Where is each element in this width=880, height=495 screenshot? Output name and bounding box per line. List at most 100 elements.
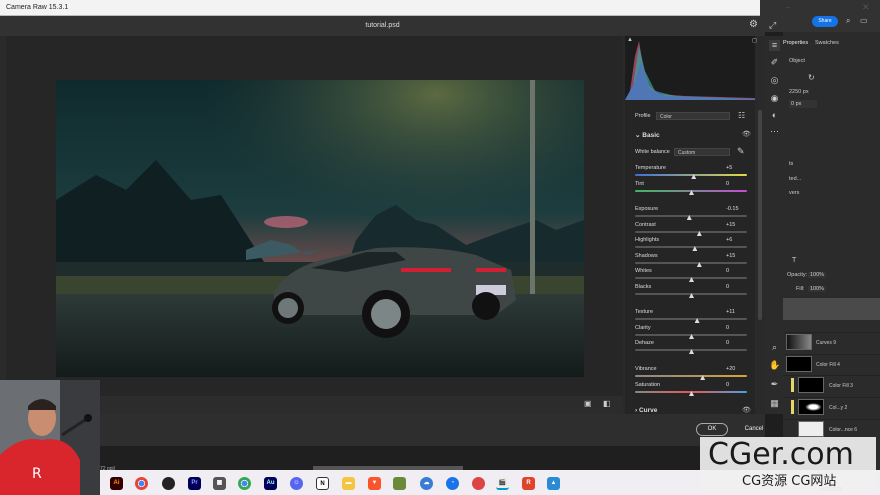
eye-icon[interactable]: 👁 xyxy=(742,130,751,138)
slider-value[interactable]: 0 xyxy=(726,284,746,290)
share-button[interactable]: Share xyxy=(812,16,838,27)
brave-icon[interactable]: ▼ xyxy=(368,477,381,490)
slider-track[interactable] xyxy=(635,318,747,320)
layer-color-tag xyxy=(791,400,794,414)
close-window-icon[interactable]: ✕ xyxy=(862,2,870,13)
slider-label: Temperature xyxy=(635,165,666,171)
watermark-subtitle: CG资源 CG网站 xyxy=(742,474,837,489)
slider-value[interactable]: 0 xyxy=(726,340,746,346)
slider-track[interactable] xyxy=(635,215,747,217)
slider-value[interactable]: 0 xyxy=(726,382,746,388)
chrome-icon[interactable] xyxy=(238,477,251,490)
layer-name: Curves 9 xyxy=(816,340,837,346)
notion-icon[interactable]: N xyxy=(316,477,329,490)
healing-brush-icon[interactable]: ✐ xyxy=(769,57,780,68)
window-title-bar: Camera Raw 15.3.1 xyxy=(0,0,760,16)
color-sampler-icon[interactable]: ✒ xyxy=(769,379,780,390)
white-balance-dropdown[interactable]: Custom xyxy=(674,148,730,156)
type-tool-icon[interactable]: T xyxy=(792,257,796,264)
r-app-icon[interactable]: R xyxy=(522,477,535,490)
layer-thumbnail xyxy=(798,399,824,415)
basic-section-header[interactable]: ⌄ Basic xyxy=(635,131,660,139)
zoom-icon[interactable]: ⌕ xyxy=(769,342,780,353)
panel-scrollbar[interactable] xyxy=(758,110,762,320)
profile-browser-icon[interactable]: ☷ xyxy=(738,111,745,120)
slider-value[interactable]: -0.15 xyxy=(726,206,746,212)
grid-icon[interactable]: ▦ xyxy=(769,398,780,409)
slider-value[interactable]: +15 xyxy=(726,253,746,259)
calculator-icon[interactable]: ▦ xyxy=(213,477,226,490)
more-icon[interactable]: ⋯ xyxy=(769,126,780,137)
presets-icon[interactable]: ◐ xyxy=(769,110,780,121)
audition-icon[interactable]: Au xyxy=(264,477,277,490)
search-icon[interactable]: ⌕ xyxy=(846,16,850,26)
chrome-icon[interactable] xyxy=(135,477,148,490)
slider-value[interactable]: +20 xyxy=(726,366,746,372)
offset-value[interactable]: 0 px xyxy=(789,100,817,108)
profile-dropdown[interactable]: Color xyxy=(656,112,730,120)
warning-icon[interactable]: ▲ xyxy=(627,37,633,43)
basic-label: Basic xyxy=(642,132,660,139)
file-title: tutorial.psd xyxy=(0,16,765,36)
photos-icon[interactable]: ▲ xyxy=(547,477,560,490)
preview-image[interactable] xyxy=(56,80,584,377)
edit-sliders-icon[interactable]: ≡ xyxy=(769,40,780,51)
photo-illustration xyxy=(56,80,584,377)
slider-label: Dehaze xyxy=(635,340,654,346)
discord-icon[interactable]: ☺ xyxy=(290,477,303,490)
obs-icon[interactable] xyxy=(162,477,175,490)
eyedropper-icon[interactable]: ✎ xyxy=(737,146,745,157)
presenter-image: R xyxy=(0,380,100,495)
red-eye-icon[interactable]: ◉ xyxy=(769,93,780,104)
clapper-icon[interactable]: 🎬 xyxy=(496,477,509,490)
slider-label: Contrast xyxy=(635,222,656,228)
tab-swatches[interactable]: Swatches xyxy=(815,40,839,46)
curve-section-header[interactable]: › Curve xyxy=(635,407,657,414)
slider-value[interactable]: 0 xyxy=(726,181,746,187)
layer-thumbnail xyxy=(798,377,824,393)
ok-button[interactable]: OK xyxy=(696,423,728,436)
file-explorer-icon[interactable]: ▬ xyxy=(342,477,355,490)
webcam-overlay: R xyxy=(0,380,100,495)
width-value[interactable]: 2250 px xyxy=(789,89,809,95)
app-icon[interactable] xyxy=(393,477,406,490)
slider-value[interactable]: +15 xyxy=(726,222,746,228)
layer-name: Color Fill 3 xyxy=(829,383,853,389)
opacity-label: Opacity: xyxy=(787,272,808,278)
before-after-icon[interactable]: ◧ xyxy=(603,399,611,408)
slider-label: Texture xyxy=(635,309,654,315)
fill-value[interactable]: 100% xyxy=(808,286,827,292)
cloud-icon[interactable]: ☁ xyxy=(420,477,433,490)
eye-icon[interactable]: 👁 xyxy=(742,406,751,414)
slider-value[interactable]: 0 xyxy=(726,268,746,274)
app-icon[interactable] xyxy=(472,477,485,490)
rotate-icon[interactable]: ↻ xyxy=(808,73,815,82)
tab-properties[interactable]: Properties xyxy=(783,40,808,46)
selected-layer-row[interactable] xyxy=(783,298,880,320)
masking-icon[interactable]: ◎ xyxy=(769,75,780,86)
view-mode-icon[interactable]: ▣ xyxy=(584,399,592,408)
chat-icon[interactable]: ◔ xyxy=(446,477,459,490)
slider-label: Clarity xyxy=(635,325,651,331)
slider-value[interactable]: +11 xyxy=(726,309,746,315)
opacity-value[interactable]: 100% xyxy=(808,272,827,278)
illustrator-icon[interactable]: Ai xyxy=(110,477,123,490)
workspace-icon[interactable]: ▭ xyxy=(860,16,868,25)
fullscreen-icon[interactable]: ⤢ xyxy=(769,20,776,31)
slider-value[interactable]: +6 xyxy=(726,237,746,243)
premiere-icon[interactable]: Pr xyxy=(188,477,201,490)
curve-label: Curve xyxy=(638,407,658,414)
slider-value[interactable]: +5 xyxy=(726,165,746,171)
slider-value[interactable]: 0 xyxy=(726,325,746,331)
slider-track[interactable] xyxy=(635,246,747,248)
slider-track[interactable] xyxy=(635,375,747,377)
minimize-icon[interactable]: – xyxy=(786,3,794,12)
slider-track[interactable] xyxy=(635,231,747,233)
gear-icon[interactable]: ⚙ xyxy=(749,20,759,30)
clipping-icon[interactable]: ◻ xyxy=(752,37,757,44)
hand-icon[interactable]: ✋ xyxy=(769,360,780,371)
slider-track[interactable] xyxy=(635,174,747,176)
dialog-footer xyxy=(0,414,765,446)
slider-track[interactable] xyxy=(635,262,747,264)
cancel-button[interactable]: Cancel xyxy=(742,423,766,436)
